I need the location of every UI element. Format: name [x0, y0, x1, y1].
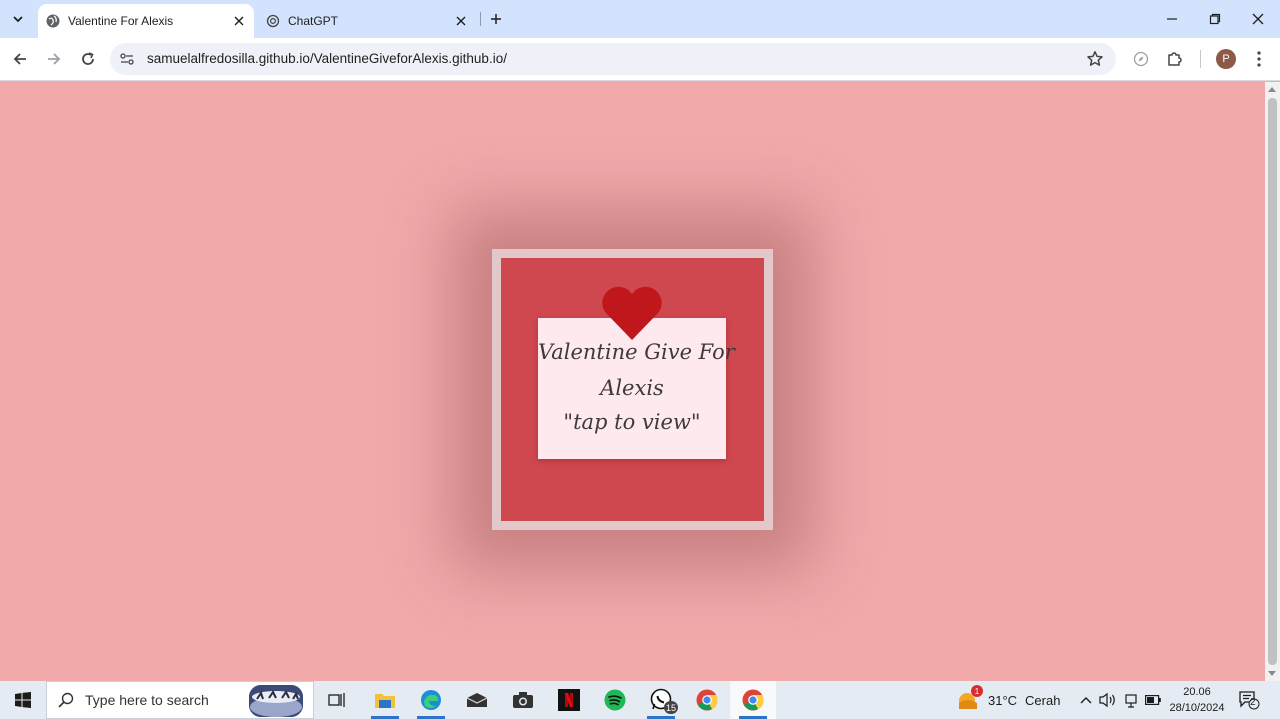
- more-vert-icon: [1257, 51, 1261, 67]
- menu-button[interactable]: [1248, 48, 1270, 70]
- edge-button[interactable]: [408, 681, 454, 719]
- task-view-button[interactable]: [314, 681, 360, 719]
- weather-widget[interactable]: 1 31°C Cerah: [956, 681, 1060, 719]
- extensions-button[interactable]: [1164, 48, 1186, 70]
- file-explorer-icon: [375, 694, 395, 708]
- weather-condition: Cerah: [1025, 692, 1061, 708]
- edge-icon: [421, 690, 441, 710]
- new-tab-button[interactable]: [486, 9, 506, 29]
- battery-button[interactable]: [1143, 690, 1163, 710]
- web-page: Valentine Give For Alexis "tap to view": [0, 82, 1265, 681]
- plus-icon: [491, 14, 501, 24]
- chevron-down-icon: [13, 16, 23, 23]
- back-button[interactable]: [8, 47, 32, 71]
- notification-count: 2: [1250, 697, 1256, 708]
- browser-toolbar: samuelalfredosilla.github.io/ValentineGi…: [0, 38, 1280, 81]
- arrow-left-icon: [13, 53, 26, 65]
- close-icon[interactable]: [452, 12, 470, 30]
- tab-chatgpt[interactable]: ChatGPT: [258, 4, 476, 38]
- netflix-button[interactable]: [546, 681, 592, 719]
- battery-icon: [1145, 695, 1161, 705]
- bookmark-star-icon[interactable]: [1086, 50, 1104, 68]
- restore-icon: [1209, 13, 1221, 25]
- toolbar-divider: [1200, 50, 1201, 68]
- chevron-up-icon: [1080, 697, 1092, 704]
- vertical-scrollbar[interactable]: [1265, 82, 1280, 681]
- tab-strip: Valentine For Alexis ChatGPT: [0, 0, 1280, 38]
- heart-icon: [602, 286, 662, 340]
- netflix-icon: [558, 689, 580, 711]
- weather-alert-badge: 1: [971, 685, 983, 697]
- notification-icon: [1239, 691, 1260, 710]
- close-icon[interactable]: [230, 12, 248, 30]
- show-hidden-icons-button[interactable]: [1076, 690, 1096, 710]
- network-icon: [1125, 694, 1137, 708]
- envelope[interactable]: Valentine Give For Alexis "tap to view": [501, 258, 764, 521]
- address-bar[interactable]: samuelalfredosilla.github.io/ValentineGi…: [110, 43, 1116, 75]
- search-highlight-image[interactable]: [249, 685, 303, 717]
- scrollbar-thumb[interactable]: [1268, 98, 1277, 665]
- notification-center-button[interactable]: 2: [1236, 688, 1262, 712]
- start-button[interactable]: [0, 681, 46, 719]
- mail-button[interactable]: [454, 681, 500, 719]
- whatsapp-badge: 15: [663, 701, 678, 714]
- chrome-icon: [742, 689, 764, 711]
- tab-separator: [480, 12, 481, 26]
- tab-search-button[interactable]: [6, 7, 30, 31]
- arrow-right-icon: [48, 53, 61, 65]
- camera-icon: [513, 692, 533, 708]
- spotify-button[interactable]: [592, 681, 638, 719]
- mail-icon: [466, 693, 488, 707]
- minimize-icon: [1167, 18, 1177, 20]
- tab-valentine[interactable]: Valentine For Alexis: [38, 4, 254, 38]
- chatgpt-icon: [266, 14, 280, 28]
- weather-temp: 31°C: [988, 692, 1018, 708]
- tab-title: Valentine For Alexis: [68, 14, 174, 28]
- compass-icon: [1133, 51, 1149, 67]
- forward-button[interactable]: [42, 47, 66, 71]
- reload-icon: [82, 52, 94, 65]
- windows-taskbar: Type here to search 15 1 31°C Cerah 20.0…: [0, 681, 1280, 719]
- taskbar-search[interactable]: Type here to search: [46, 681, 314, 719]
- speaker-icon: [1099, 692, 1115, 708]
- chrome-icon: [696, 689, 718, 711]
- globe-icon: [46, 14, 60, 28]
- close-window-button[interactable]: [1236, 0, 1280, 38]
- chrome-active-button[interactable]: [730, 681, 776, 719]
- spotify-icon: [604, 689, 626, 711]
- url-text: samuelalfredosilla.github.io/ValentineGi…: [147, 51, 507, 66]
- close-icon: [1252, 13, 1264, 25]
- chrome-button[interactable]: [684, 681, 730, 719]
- whatsapp-button[interactable]: 15: [638, 681, 684, 719]
- clock-date: 28/10/2024: [1169, 702, 1225, 714]
- card-title-line2: Alexis: [600, 376, 664, 400]
- scroll-down-arrow[interactable]: [1268, 671, 1276, 676]
- valentine-card[interactable]: Valentine Give For Alexis "tap to view": [492, 249, 773, 530]
- volume-button[interactable]: [1098, 690, 1118, 710]
- clock-time: 20.06: [1183, 686, 1211, 698]
- windows-logo-icon: [15, 692, 31, 708]
- scroll-up-arrow[interactable]: [1268, 87, 1276, 92]
- tap-to-view-text[interactable]: "tap to view": [538, 410, 726, 434]
- reload-button[interactable]: [76, 47, 100, 71]
- puzzle-icon: [1168, 52, 1182, 66]
- restore-button[interactable]: [1193, 0, 1237, 38]
- performance-button[interactable]: [1130, 48, 1152, 70]
- file-explorer-button[interactable]: [362, 681, 408, 719]
- tab-title: ChatGPT: [288, 14, 339, 28]
- camera-button[interactable]: [500, 681, 546, 719]
- search-placeholder: Type here to search: [85, 692, 209, 708]
- task-view-icon: [328, 693, 345, 707]
- network-button[interactable]: [1121, 690, 1141, 710]
- search-icon: [58, 692, 74, 708]
- profile-avatar[interactable]: P: [1216, 49, 1236, 69]
- weather-sun-icon: 1: [956, 685, 983, 712]
- minimize-button[interactable]: [1150, 0, 1194, 38]
- taskbar-clock[interactable]: 20.06 28/10/2024: [1166, 684, 1228, 716]
- site-info-icon[interactable]: [119, 51, 135, 67]
